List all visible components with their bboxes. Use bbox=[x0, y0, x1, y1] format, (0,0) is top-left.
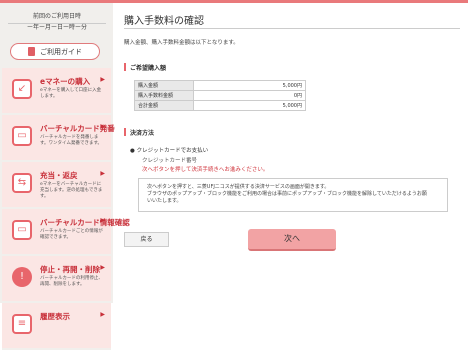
guide-label: ご利用ガイド bbox=[40, 47, 82, 56]
table-label: 購入金額 bbox=[134, 80, 194, 91]
last-use-value: ー年ー月ー日ー時ー分 bbox=[26, 24, 87, 31]
card-issue-icon: ▭ bbox=[12, 126, 32, 146]
sidebar-item-emoney-purchase[interactable]: ↙ eマネーの購入 ▶ eマネーを購入して口座に入金します。 bbox=[2, 68, 111, 115]
sidebar-item-stop-resume[interactable]: ! 停止・再開・削除 ▶ バーチャルカードの利用停止、再開、削除をします。 bbox=[2, 256, 111, 303]
payment-method-label: クレジットカードでお支払い bbox=[136, 148, 209, 154]
sidebar-item-title: eマネーの購入 bbox=[40, 77, 91, 86]
history-icon: ≡ bbox=[12, 314, 32, 334]
sidebar-item-title: 履歴表示 bbox=[40, 312, 70, 321]
sidebar: 前回のご利用日時 ー年ー月ー日ー時ー分 ご利用ガイド ↙ eマネーの購入 ▶ e… bbox=[0, 3, 130, 350]
charge-refund-icon: ⇆ bbox=[12, 173, 32, 193]
chevron-right-icon: ▶ bbox=[100, 76, 105, 83]
amount-table: 購入金額 5,000円 購入手数料金額 0円 合計金額 5,000円 bbox=[134, 80, 306, 111]
table-label: 購入手数料金額 bbox=[134, 90, 194, 101]
chevron-right-icon: ▶ bbox=[100, 217, 105, 224]
last-use-info: 前回のご利用日時 ー年ー月ー日ー時ー分 bbox=[8, 13, 106, 32]
radio-selected-icon: ● bbox=[130, 148, 135, 154]
section-payment-method: 決済方法 bbox=[124, 128, 154, 137]
table-value: 5,000円 bbox=[193, 80, 306, 91]
table-row: 購入手数料金額 0円 bbox=[134, 90, 306, 101]
sidebar-item-charge-refund[interactable]: ⇆ 充当・返戻 ▶ eマネーをバーチャルカードに充当します。逆の処理もできます。 bbox=[2, 162, 111, 209]
guide-button[interactable]: ご利用ガイド bbox=[10, 43, 100, 60]
notice-line: 次へボタンを押すと、三菱UFJニコスが提供する決済サービスの画面が開きます。 bbox=[147, 184, 330, 190]
sidebar-item-title: 充当・返戻 bbox=[40, 171, 78, 180]
table-row: 合計金額 5,000円 bbox=[134, 100, 306, 111]
sidebar-item-history[interactable]: ≡ 履歴表示 ▶ bbox=[2, 303, 111, 350]
sidebar-item-desc: バーチャルカードごとの情報が確認できます。 bbox=[40, 229, 103, 240]
stop-resume-icon: ! bbox=[12, 267, 32, 287]
page-title: 購入手数料の確認 bbox=[124, 16, 204, 27]
last-use-label: 前回のご利用日時 bbox=[8, 13, 106, 24]
next-button[interactable]: 次へ bbox=[248, 229, 336, 251]
notice-line: ブラウザのポップアップ・ブロック機能をご利用の場合は事前にポップアップ・ブロック… bbox=[147, 191, 427, 197]
back-button[interactable]: 戻る bbox=[124, 232, 169, 247]
chevron-right-icon: ▶ bbox=[100, 123, 105, 130]
chevron-right-icon: ▶ bbox=[100, 311, 105, 318]
table-value: 5,000円 bbox=[193, 100, 306, 111]
sidebar-item-desc: バーチャルカードの利用停止、再開、削除をします。 bbox=[40, 276, 103, 287]
table-label: 合計金額 bbox=[134, 100, 194, 111]
sidebar-item-desc: バーチャルカードを発番します。ワンタイム発番できます。 bbox=[40, 135, 103, 146]
sidebar-item-title: バーチャルカード情報確認 bbox=[40, 218, 130, 227]
intro-text: 購入金額、購入手数料金額は以下となります。 bbox=[124, 40, 239, 46]
payment-sub-label: クレジットカード番号 bbox=[142, 158, 198, 164]
title-divider bbox=[124, 28, 460, 29]
table-row: 購入金額 5,000円 bbox=[134, 80, 306, 91]
sidebar-item-title: 停止・再開・削除 bbox=[40, 265, 100, 274]
notice-line: いいたします。 bbox=[147, 198, 182, 204]
emoney-charge-icon: ↙ bbox=[12, 79, 32, 99]
sidebar-item-card-info[interactable]: ▭ バーチャルカード情報確認 ▶ バーチャルカードごとの情報が確認できます。 bbox=[2, 209, 130, 256]
table-value: 0円 bbox=[193, 90, 306, 101]
sidebar-item-desc: eマネーを購入して口座に入金します。 bbox=[40, 88, 102, 99]
notice-box: 次へボタンを押すと、三菱UFJニコスが提供する決済サービスの画面が開きます。 ブ… bbox=[138, 178, 448, 212]
chevron-right-icon: ▶ bbox=[100, 264, 105, 271]
sidebar-item-desc: eマネーをバーチャルカードに充当します。逆の処理もできます。 bbox=[40, 182, 103, 199]
section-order-amount: ご希望購入額 bbox=[124, 63, 166, 72]
payment-option[interactable]: ● クレジットカードでお支払い bbox=[130, 146, 208, 154]
chevron-right-icon: ▶ bbox=[100, 170, 105, 177]
payment-warning: 次へボタンを押して決済手続きへお進みください。 bbox=[142, 167, 269, 173]
card-info-icon: ▭ bbox=[12, 220, 32, 240]
sidebar-item-card-issue[interactable]: ▭ バーチャルカード発番 ▶ バーチャルカードを発番します。ワンタイム発番できま… bbox=[2, 115, 115, 162]
sidebar-menu: ↙ eマネーの購入 ▶ eマネーを購入して口座に入金します。 ▭ バーチャルカー… bbox=[2, 68, 130, 350]
book-icon bbox=[28, 47, 35, 56]
